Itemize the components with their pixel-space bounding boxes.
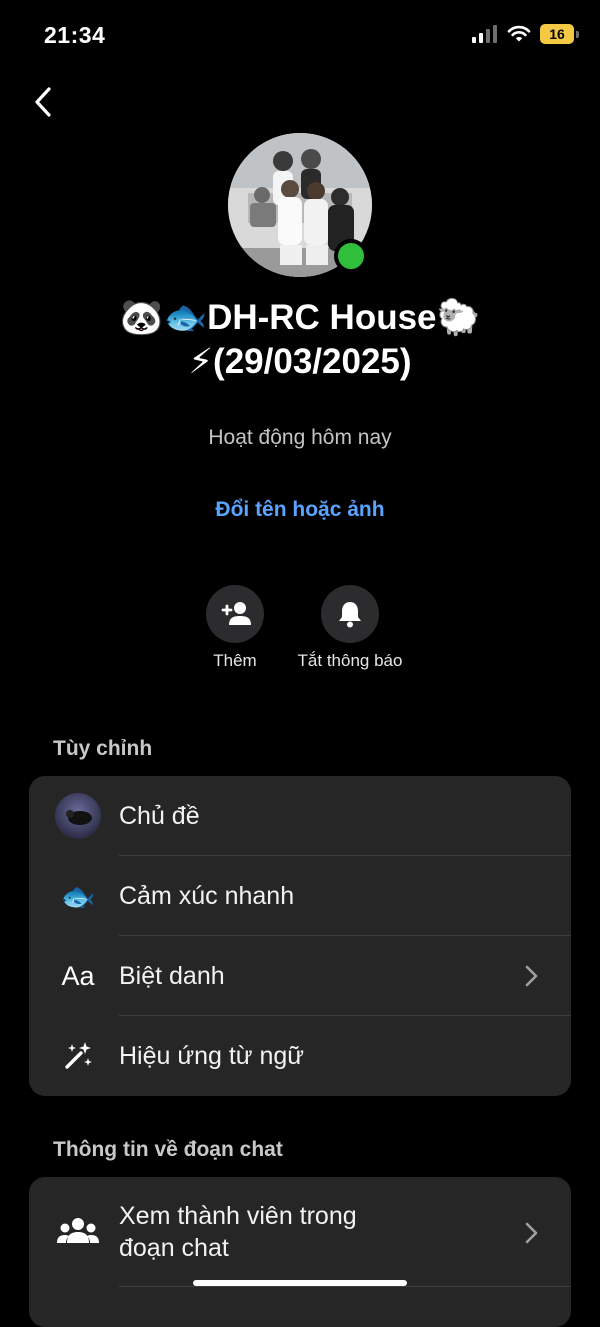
mute-notifications-button[interactable]: Tắt thông báo [290, 585, 410, 672]
add-person-icon [221, 602, 251, 625]
add-member-button[interactable]: Thêm [175, 585, 295, 672]
home-indicator[interactable] [193, 1280, 407, 1286]
theme-thumbnail-icon [53, 792, 103, 840]
nickname-row[interactable]: Aa Biệt danh [29, 936, 571, 1016]
clock: 21:34 [44, 22, 106, 48]
status-bar: 21:34 16 [0, 0, 600, 72]
customize-card: Chủ đề 🐟 Cảm xúc nhanh Aa Biệt danh Hiệu… [29, 776, 571, 1096]
battery-indicator: 16 [540, 24, 579, 44]
theme-row[interactable]: Chủ đề [29, 776, 571, 856]
add-member-label: Thêm [213, 651, 257, 670]
chevron-right-icon [525, 965, 538, 987]
quick-reaction-row[interactable]: 🐟 Cảm xúc nhanh [29, 856, 571, 936]
rename-link[interactable]: Đổi tên hoặc ảnh [0, 498, 600, 522]
view-members-label: Xem thành viên trong đoạn chat [119, 1202, 357, 1262]
divider [119, 1286, 571, 1287]
group-name: 🐼🐟DH-RC House🐑⚡(29/03/2025) [119, 298, 481, 381]
chat-info-section-title: Thông tin về đoạn chat [53, 1138, 283, 1161]
magic-wand-icon [53, 1032, 103, 1080]
chevron-left-icon [35, 87, 51, 117]
wifi-icon [507, 25, 531, 42]
online-status-dot [334, 239, 368, 273]
chat-info-card: Xem thành viên trong đoạn chat [29, 1177, 571, 1327]
mute-label: Tắt thông báo [297, 651, 403, 670]
group-avatar[interactable] [228, 133, 372, 277]
mute-circle [321, 585, 379, 643]
cellular-signal-icon [472, 25, 497, 43]
word-effects-row[interactable]: Hiệu ứng từ ngữ [29, 1016, 571, 1096]
customize-section-title: Tùy chỉnh [53, 737, 153, 760]
add-member-circle [206, 585, 264, 643]
chevron-right-icon [525, 1222, 538, 1244]
back-button[interactable] [28, 82, 64, 122]
members-icon [53, 1208, 103, 1256]
status-icons: 16 [472, 24, 579, 44]
text-aa-icon: Aa [61, 960, 95, 991]
activity-status: Hoạt động hôm nay [208, 426, 392, 449]
word-effects-label: Hiệu ứng từ ngữ [119, 1041, 305, 1070]
bell-icon [339, 602, 361, 628]
view-members-row[interactable]: Xem thành viên trong đoạn chat [29, 1177, 571, 1287]
theme-label: Chủ đề [119, 801, 200, 830]
nickname-label: Biệt danh [119, 961, 225, 990]
quick-reaction-label: Cảm xúc nhanh [119, 881, 295, 910]
fish-emoji-icon: 🐟 [60, 880, 96, 912]
